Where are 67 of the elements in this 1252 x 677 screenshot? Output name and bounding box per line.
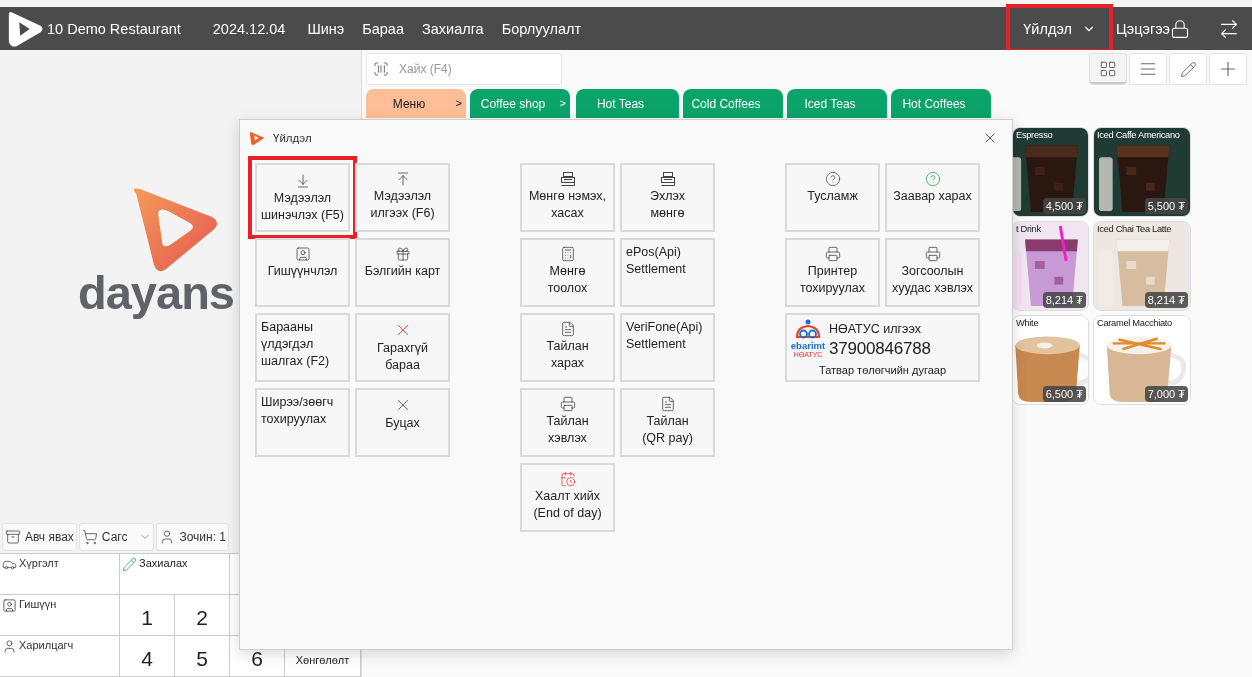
digit-key[interactable]: 5 <box>175 636 230 677</box>
product-name: Espresso <box>1016 130 1053 140</box>
menu-link[interactable]: Бараа <box>362 20 404 37</box>
action-tile[interactable]: Барааны үлдэгдэл шалгах (F2) <box>255 313 350 382</box>
dialog-title: Үйлдэл <box>273 132 313 144</box>
date-label: 2024.12.04 <box>212 20 286 37</box>
store-name: 10 Demo Restaurant <box>47 20 181 37</box>
action-tile[interactable]: Мэдээлэл шинэчлэх (F5) <box>248 156 357 239</box>
price-tag: 5,500 ₮ <box>1144 198 1188 214</box>
product-card[interactable]: t Drink 8,214 ₮ <box>1012 221 1089 311</box>
action-tile[interactable]: Зогсоолын хуудас хэвлэх <box>885 238 980 307</box>
user-name: Цэцэгээ <box>1116 20 1170 37</box>
actions-menu[interactable]: Үйлдэл <box>1009 7 1111 50</box>
action-tile[interactable]: Тусламж <box>785 163 880 232</box>
action-tile[interactable]: Мөнгө нэмэх, хасах <box>520 163 615 232</box>
product-name: Iced Caffe Americano <box>1097 130 1180 140</box>
action-tile[interactable]: Мэдээлэл илгээх (F6) <box>355 163 450 232</box>
product-name: Caramel Macchiato <box>1097 318 1172 328</box>
action-tile[interactable]: Буцах <box>355 388 450 457</box>
action-tile[interactable]: Мөнгө тоолох <box>520 238 615 307</box>
digit-key[interactable]: 4 <box>120 636 175 677</box>
product-card[interactable]: White 6,500 ₮ <box>1012 315 1089 405</box>
toolbar-button[interactable]: Зочин: 1 <box>156 523 230 551</box>
action-tile[interactable]: Бэлгийн карт <box>355 238 450 307</box>
toolbar-button[interactable]: Авч явах <box>2 523 77 551</box>
taxpayer-number: 37900846788 <box>829 340 932 358</box>
product-name: Iced Chai Tea Latte <box>1097 224 1172 234</box>
price-tag: 4,500 ₮ <box>1042 198 1086 214</box>
category-tab[interactable]: Меню > <box>366 89 466 118</box>
action-tile[interactable]: Тайлан (QR pay) <box>620 388 715 457</box>
price-tag: 6,500 ₮ <box>1042 386 1086 402</box>
menu-link[interactable]: Шинэ <box>307 20 345 37</box>
digit-key[interactable]: 1 <box>120 595 175 636</box>
chevron-text: > <box>559 97 566 109</box>
keypad-side-button[interactable]: Гишүүн <box>0 595 120 636</box>
digit-key[interactable]: 2 <box>175 595 230 636</box>
toolbar-button[interactable]: Сагс <box>78 523 155 551</box>
menu-link[interactable]: Захиалга <box>421 20 484 37</box>
search-field[interactable]: Хайх (F4) <box>366 53 562 85</box>
chevron-text: > <box>455 97 462 109</box>
product-card[interactable]: Caramel Macchiato 7,000 ₮ <box>1093 315 1191 405</box>
price-tag: 7,000 ₮ <box>1144 386 1188 402</box>
tile-label: НӨАТУС илгээх <box>829 321 922 338</box>
action-tile[interactable]: Тайлан харах <box>520 313 615 382</box>
product-card[interactable]: Espresso 4,500 ₮ <box>1012 127 1089 217</box>
price-tag: 8,214 ₮ <box>1144 292 1188 308</box>
product-name: t Drink <box>1016 224 1041 234</box>
order-button[interactable]: Захиалах <box>120 554 230 595</box>
action-tile[interactable]: ePos(Api) Settlement <box>620 238 715 307</box>
product-card[interactable]: Iced Chai Tea Latte 8,214 ₮ <box>1093 221 1191 311</box>
action-tile[interactable]: Принтер тохируулах <box>785 238 880 307</box>
product-card[interactable]: Iced Caffe Americano 5,500 ₮ <box>1093 127 1191 217</box>
action-tile[interactable]: Гишүүнчлэл <box>255 238 350 307</box>
tile-caption: Татвар төлөгчийн дугаар <box>818 363 947 379</box>
keypad-side-button[interactable]: Харилцагч <box>0 636 120 677</box>
action-tile[interactable]: Ширээ/зөөгч тохируулах <box>255 388 350 457</box>
logo-text: ebarimt <box>790 341 826 351</box>
action-tile[interactable]: Эхлэх мөнгө <box>620 163 715 232</box>
product-name: White <box>1016 318 1039 328</box>
action-tile[interactable]: VeriFone(Api) Settlement <box>620 313 715 382</box>
action-tile[interactable]: Гарахгүй бараа <box>355 313 450 382</box>
action-tile[interactable]: Заавар харах <box>885 163 980 232</box>
action-tile[interactable]: Тайлан хэвлэх <box>520 388 615 457</box>
price-tag: 8,214 ₮ <box>1042 292 1086 308</box>
action-tile[interactable]: Хаалт хийх (End of day) <box>520 463 615 532</box>
menu-link[interactable]: Борлуулалт <box>501 20 582 37</box>
keypad-side-button[interactable]: Хүргэлт <box>0 554 120 595</box>
